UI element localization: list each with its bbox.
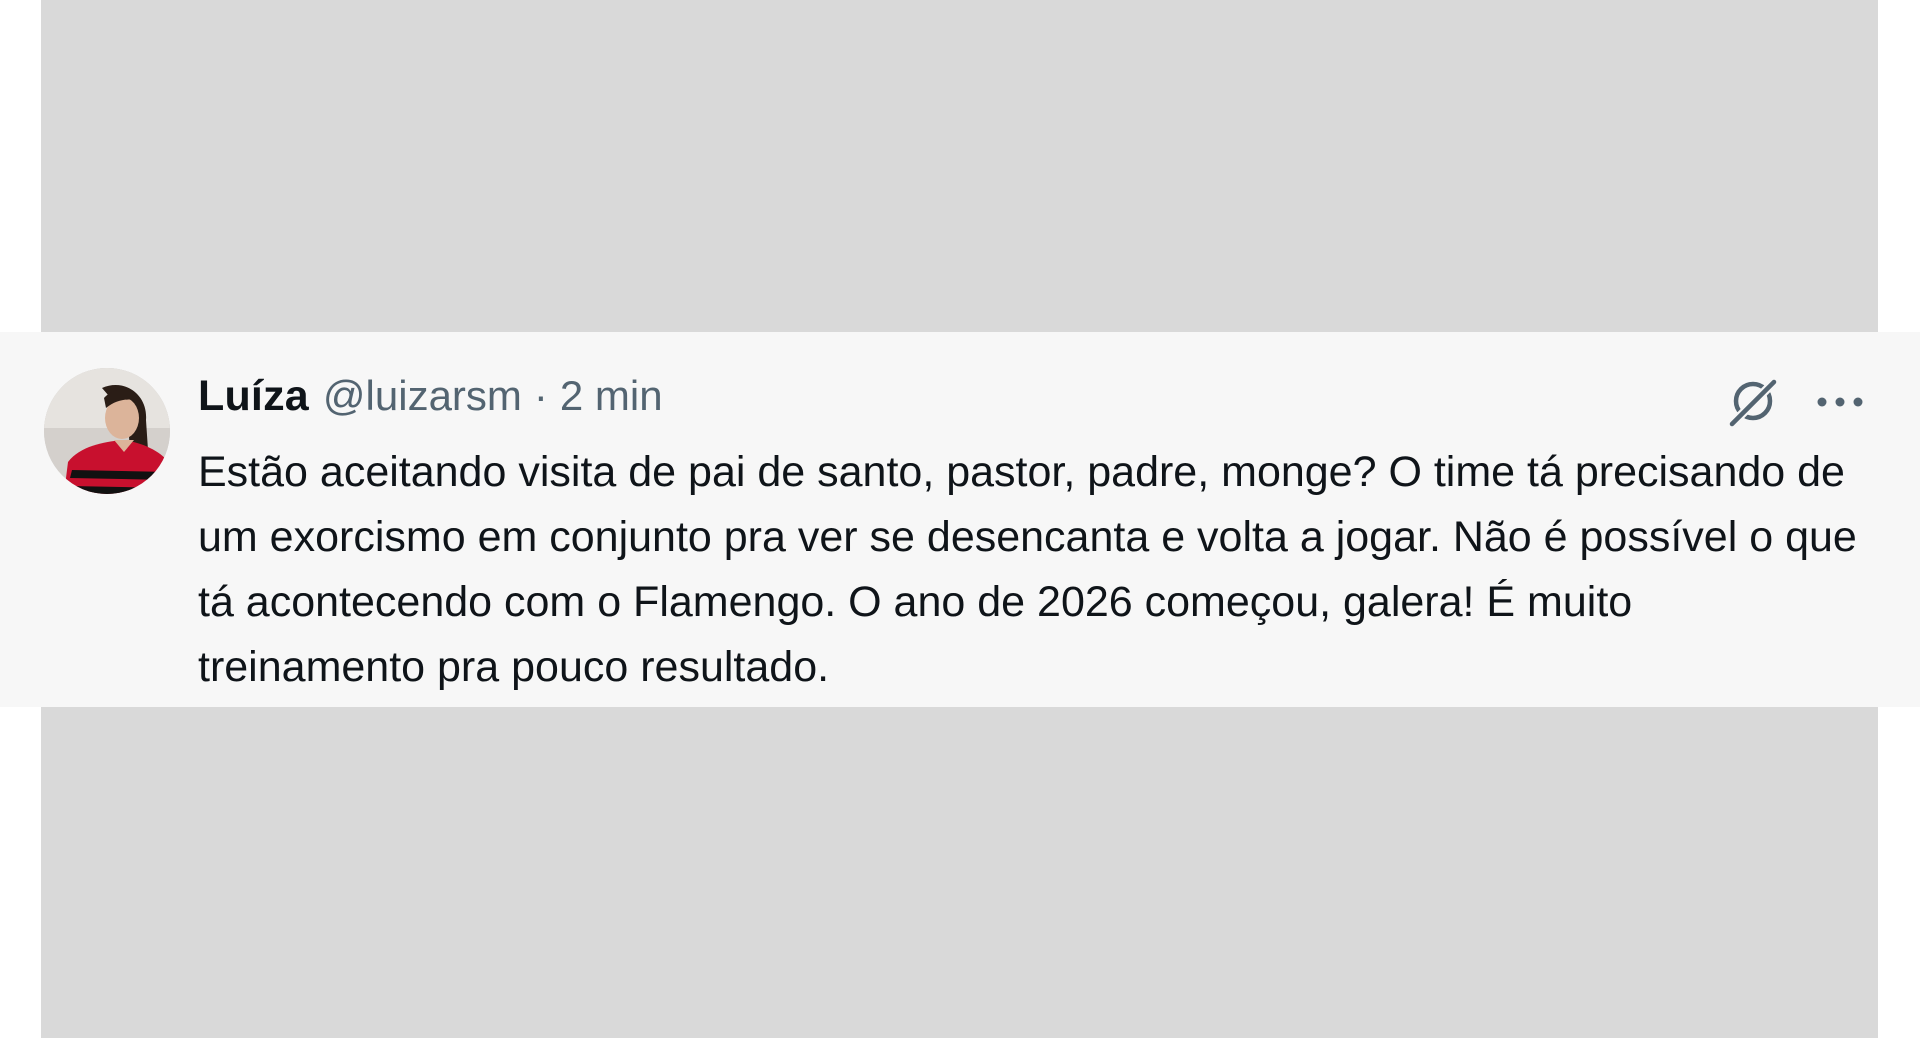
tweet-text: Estão aceitando visita de pai de santo, … [198, 448, 1857, 691]
tweet-card[interactable]: Luíza @luizarsm · 2 min Estão aceitando … [0, 332, 1920, 707]
timestamp[interactable]: 2 min [560, 372, 663, 420]
user-handle[interactable]: @luizarsm [323, 372, 522, 420]
separator-dot: · [533, 372, 548, 419]
avatar-photo-icon [44, 368, 170, 494]
display-name[interactable]: Luíza [198, 372, 309, 421]
more-options-button[interactable] [1808, 372, 1872, 432]
screenshot-canvas: Luíza @luizarsm · 2 min Estão aceitando … [0, 0, 1920, 1038]
grok-icon [1727, 377, 1779, 429]
grok-button[interactable] [1720, 370, 1784, 434]
avatar[interactable] [44, 368, 170, 494]
background-panel-top [41, 0, 1878, 332]
background-panel-bottom [41, 707, 1878, 1038]
more-options-icon [1817, 397, 1863, 407]
tweet-header: Luíza @luizarsm · 2 min [198, 372, 663, 428]
